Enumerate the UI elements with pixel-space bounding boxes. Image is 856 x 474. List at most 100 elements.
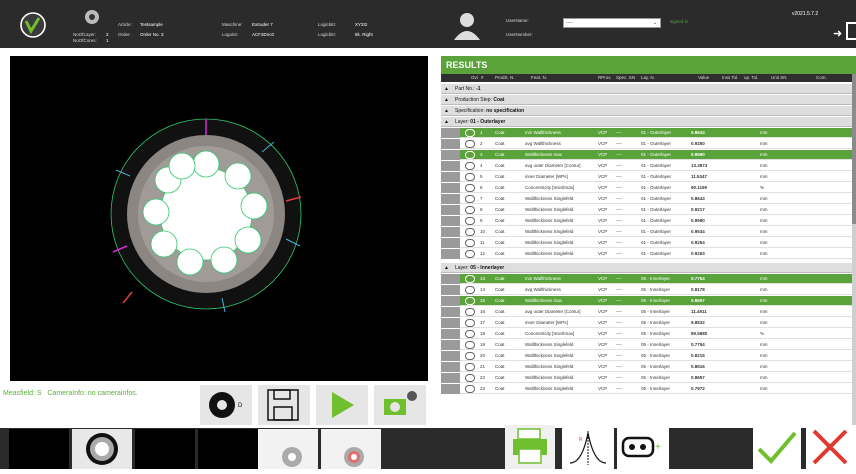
group-part[interactable]: ▲ Part No.: -1 (441, 84, 856, 94)
ovi-toggle-icon[interactable] (465, 173, 475, 181)
result-row[interactable]: 19 Coat Wallthickness Singlefeld VCP ---- 05 … (441, 340, 856, 350)
result-row[interactable]: 13 Coat min Wallthickness VCP ---- 05 - Inner… (441, 274, 856, 284)
row-number: 22 (480, 375, 486, 380)
result-row[interactable]: 6 Coat Concentricity [tmin/tmax] VCP ---- 01 … (441, 183, 856, 193)
prod-step: Coat (495, 251, 505, 256)
column-header[interactable]: Feat. N. (531, 74, 547, 82)
ovi-toggle-icon[interactable] (465, 352, 475, 360)
thumbnail-2-active[interactable] (72, 429, 132, 469)
row-number: 14 (480, 287, 486, 292)
result-row[interactable]: 14 Coat avg Wallthickness VCP ---- 05 - Inner… (441, 285, 856, 295)
ovi-toggle-icon[interactable] (465, 319, 475, 327)
expand-icon[interactable]: ▲ (444, 95, 449, 105)
accept-button[interactable] (753, 425, 801, 469)
ovi-toggle-icon[interactable] (465, 228, 475, 236)
thumbnail-3[interactable] (135, 429, 195, 469)
value: 0.7754 (691, 342, 705, 347)
distribution-button[interactable]: R (562, 425, 614, 469)
user-select[interactable]: ----- ⌄ (563, 18, 661, 28)
ovi-toggle-icon[interactable] (465, 250, 475, 258)
group-layer-outer[interactable]: ▲ Layer: 01 - Outerlayer (441, 117, 856, 127)
camerainfo-value: no camerainfos. (87, 390, 138, 397)
result-row[interactable]: 18 Coat Concentricity [tmin/tmax] VCP ---- 05… (441, 329, 856, 339)
result-row[interactable]: 17 Coat inner Diameter [WPs] VCP ---- 05 - In… (441, 318, 856, 328)
ovi-toggle-icon[interactable] (465, 195, 475, 203)
feature-name: min Wallthickness (525, 276, 561, 281)
ovi-toggle-icon[interactable] (465, 297, 475, 305)
result-row[interactable]: 20 Coat Wallthickness Singlefeld VCP ---- 05 … (441, 351, 856, 361)
column-header[interactable]: Com. (816, 74, 827, 82)
exit-door[interactable] (846, 22, 856, 40)
camera-view[interactable] (10, 56, 428, 381)
ovi-toggle-icon[interactable] (465, 275, 475, 283)
collapse-icon[interactable]: ▲ (444, 117, 449, 127)
result-row[interactable]: 1 Coat min Wallthickness VCP ---- 01 - Outerl… (441, 128, 856, 138)
result-row[interactable]: 15 Coat Wallthickness max VCP ---- 05 - Inner… (441, 296, 856, 306)
ovi-toggle-icon[interactable] (465, 151, 475, 159)
user-avatar-icon[interactable] (452, 10, 482, 40)
column-header[interactable]: ProdS. N. (495, 74, 515, 82)
ovi-toggle-icon[interactable] (465, 184, 475, 192)
ovi-toggle-icon[interactable] (465, 239, 475, 247)
result-row[interactable]: 4 Coat avg outer Diameter [Contur] VCP ---- 0… (441, 161, 856, 171)
result-row[interactable]: 8 Coat Wallthickness Singlefeld VCP ---- 01 -… (441, 205, 856, 215)
column-header[interactable]: Inss Tol. (722, 74, 738, 82)
result-row[interactable]: 2 Coat avg Wallthickness VCP ---- 01 - Outerl… (441, 139, 856, 149)
group-specification[interactable]: ▲ Specification: no specification (441, 106, 856, 116)
ovi-toggle-icon[interactable] (465, 217, 475, 225)
layer-name: 05 - Innerlayer (641, 342, 671, 347)
diameter-tool-button[interactable]: D (200, 385, 252, 425)
group-production-step[interactable]: ▲ Production Step: Coat (441, 95, 856, 105)
column-header[interactable]: Spec. SN (616, 74, 635, 82)
thumbnail-1[interactable] (9, 429, 69, 469)
print-button[interactable] (505, 425, 555, 469)
ovi-toggle-icon[interactable] (465, 206, 475, 214)
results-scrollbar[interactable] (852, 74, 856, 428)
camera-settings-button[interactable] (374, 385, 426, 425)
collapse-icon[interactable]: ▲ (444, 263, 449, 273)
ovi-toggle-icon[interactable] (465, 308, 475, 316)
scrollbar-thumb[interactable] (852, 74, 856, 224)
ovi-toggle-icon[interactable] (465, 286, 475, 294)
column-header[interactable]: up. Tol. (744, 74, 758, 82)
result-row[interactable]: 10 Coat Wallthickness Singlefeld VCP ---- 01 … (441, 227, 856, 237)
result-row[interactable]: 23 Coat Wallthickness Singlefeld VCP ---- 05 … (441, 384, 856, 394)
result-row[interactable]: 21 Coat Wallthickness Singlefeld VCP ---- 05 … (441, 362, 856, 372)
ovi-toggle-icon[interactable] (465, 162, 475, 170)
result-row[interactable]: 5 Coat inner Diameter [WPs] VCP ---- 01 - Out… (441, 172, 856, 182)
result-row[interactable]: 12 Coat Wallthickness Singlefeld VCP ---- 01 … (441, 249, 856, 259)
column-header[interactable]: RProv. (598, 74, 611, 82)
ovi-toggle-icon[interactable] (465, 385, 475, 393)
result-row[interactable]: 9 Coat Wallthickness Singlefeld VCP ---- 01 -… (441, 216, 856, 226)
layers-add-button[interactable]: + (617, 425, 669, 469)
column-header[interactable]: Ovi (471, 74, 478, 82)
ovi-toggle-icon[interactable] (465, 374, 475, 382)
thumbnail-6[interactable] (321, 429, 381, 469)
group-value: no specification (486, 108, 525, 114)
ovi-toggle-icon[interactable] (465, 341, 475, 349)
column-header[interactable]: Value (698, 74, 709, 82)
logicbit2-value: 8k. Right (355, 32, 373, 37)
ovi-toggle-icon[interactable] (465, 129, 475, 137)
result-row[interactable]: 16 Coat avg outer Diameter [Contur] VCP ----… (441, 307, 856, 317)
thumbnail-5[interactable] (258, 429, 318, 469)
result-row[interactable]: 7 Coat Wallthickness Singlefeld VCP ---- 01 -… (441, 194, 856, 204)
ovi-toggle-icon[interactable] (465, 363, 475, 371)
expand-icon[interactable]: ▲ (444, 106, 449, 116)
column-header[interactable]: # (481, 74, 484, 82)
expand-icon[interactable]: ▲ (444, 84, 449, 94)
save-button[interactable] (258, 385, 310, 425)
result-row[interactable]: 3 Coat Wallthickness max VCP ---- 01 - Outerl… (441, 150, 856, 160)
result-row[interactable]: 11 Coat Wallthickness Singlefeld VCP ---- 01 … (441, 238, 856, 248)
column-header[interactable]: Unit SN (771, 74, 787, 82)
group-layer-inner[interactable]: ▲ Layer: 05 - Innerlayer (441, 263, 856, 273)
reject-button[interactable] (806, 425, 856, 469)
result-row[interactable]: 22 Coat Wallthickness Singlefeld VCP ---- 05 … (441, 373, 856, 383)
column-header[interactable]: Lay. N. (641, 74, 655, 82)
ovi-toggle-icon[interactable] (465, 140, 475, 148)
exit-icon[interactable]: ➜ (833, 27, 842, 40)
thumbnail-4[interactable] (198, 429, 258, 469)
play-button[interactable] (316, 385, 368, 425)
ovi-toggle-icon[interactable] (465, 330, 475, 338)
feature-name: Wallthickness Singlefeld (525, 375, 574, 380)
